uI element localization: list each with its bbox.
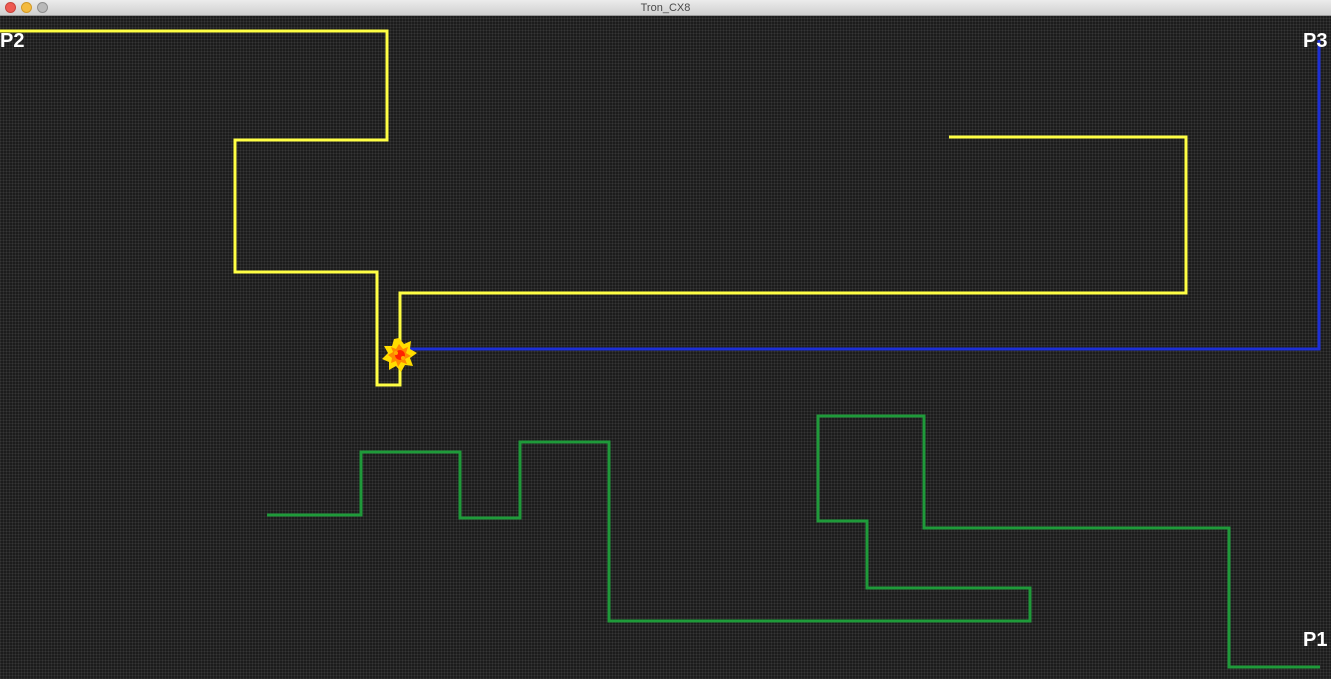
title-bar[interactable]: Tron_CX8: [0, 0, 1331, 16]
player1-label: P1: [1303, 629, 1328, 651]
game-window: Tron_CX8 P2 P3 P1: [0, 0, 1331, 679]
explosion-icon: [382, 338, 417, 372]
player3-label: P3: [1303, 30, 1328, 52]
player1-green-trail: [267, 414, 1320, 669]
player2-label: P2: [0, 30, 25, 52]
trails-layer: [0, 29, 1321, 669]
player3-blue-trail: [410, 40, 1321, 351]
player2-yellow-trail: [0, 29, 1188, 387]
game-arena[interactable]: P2 P3 P1: [0, 16, 1331, 679]
window-title: Tron_CX8: [640, 2, 691, 14]
